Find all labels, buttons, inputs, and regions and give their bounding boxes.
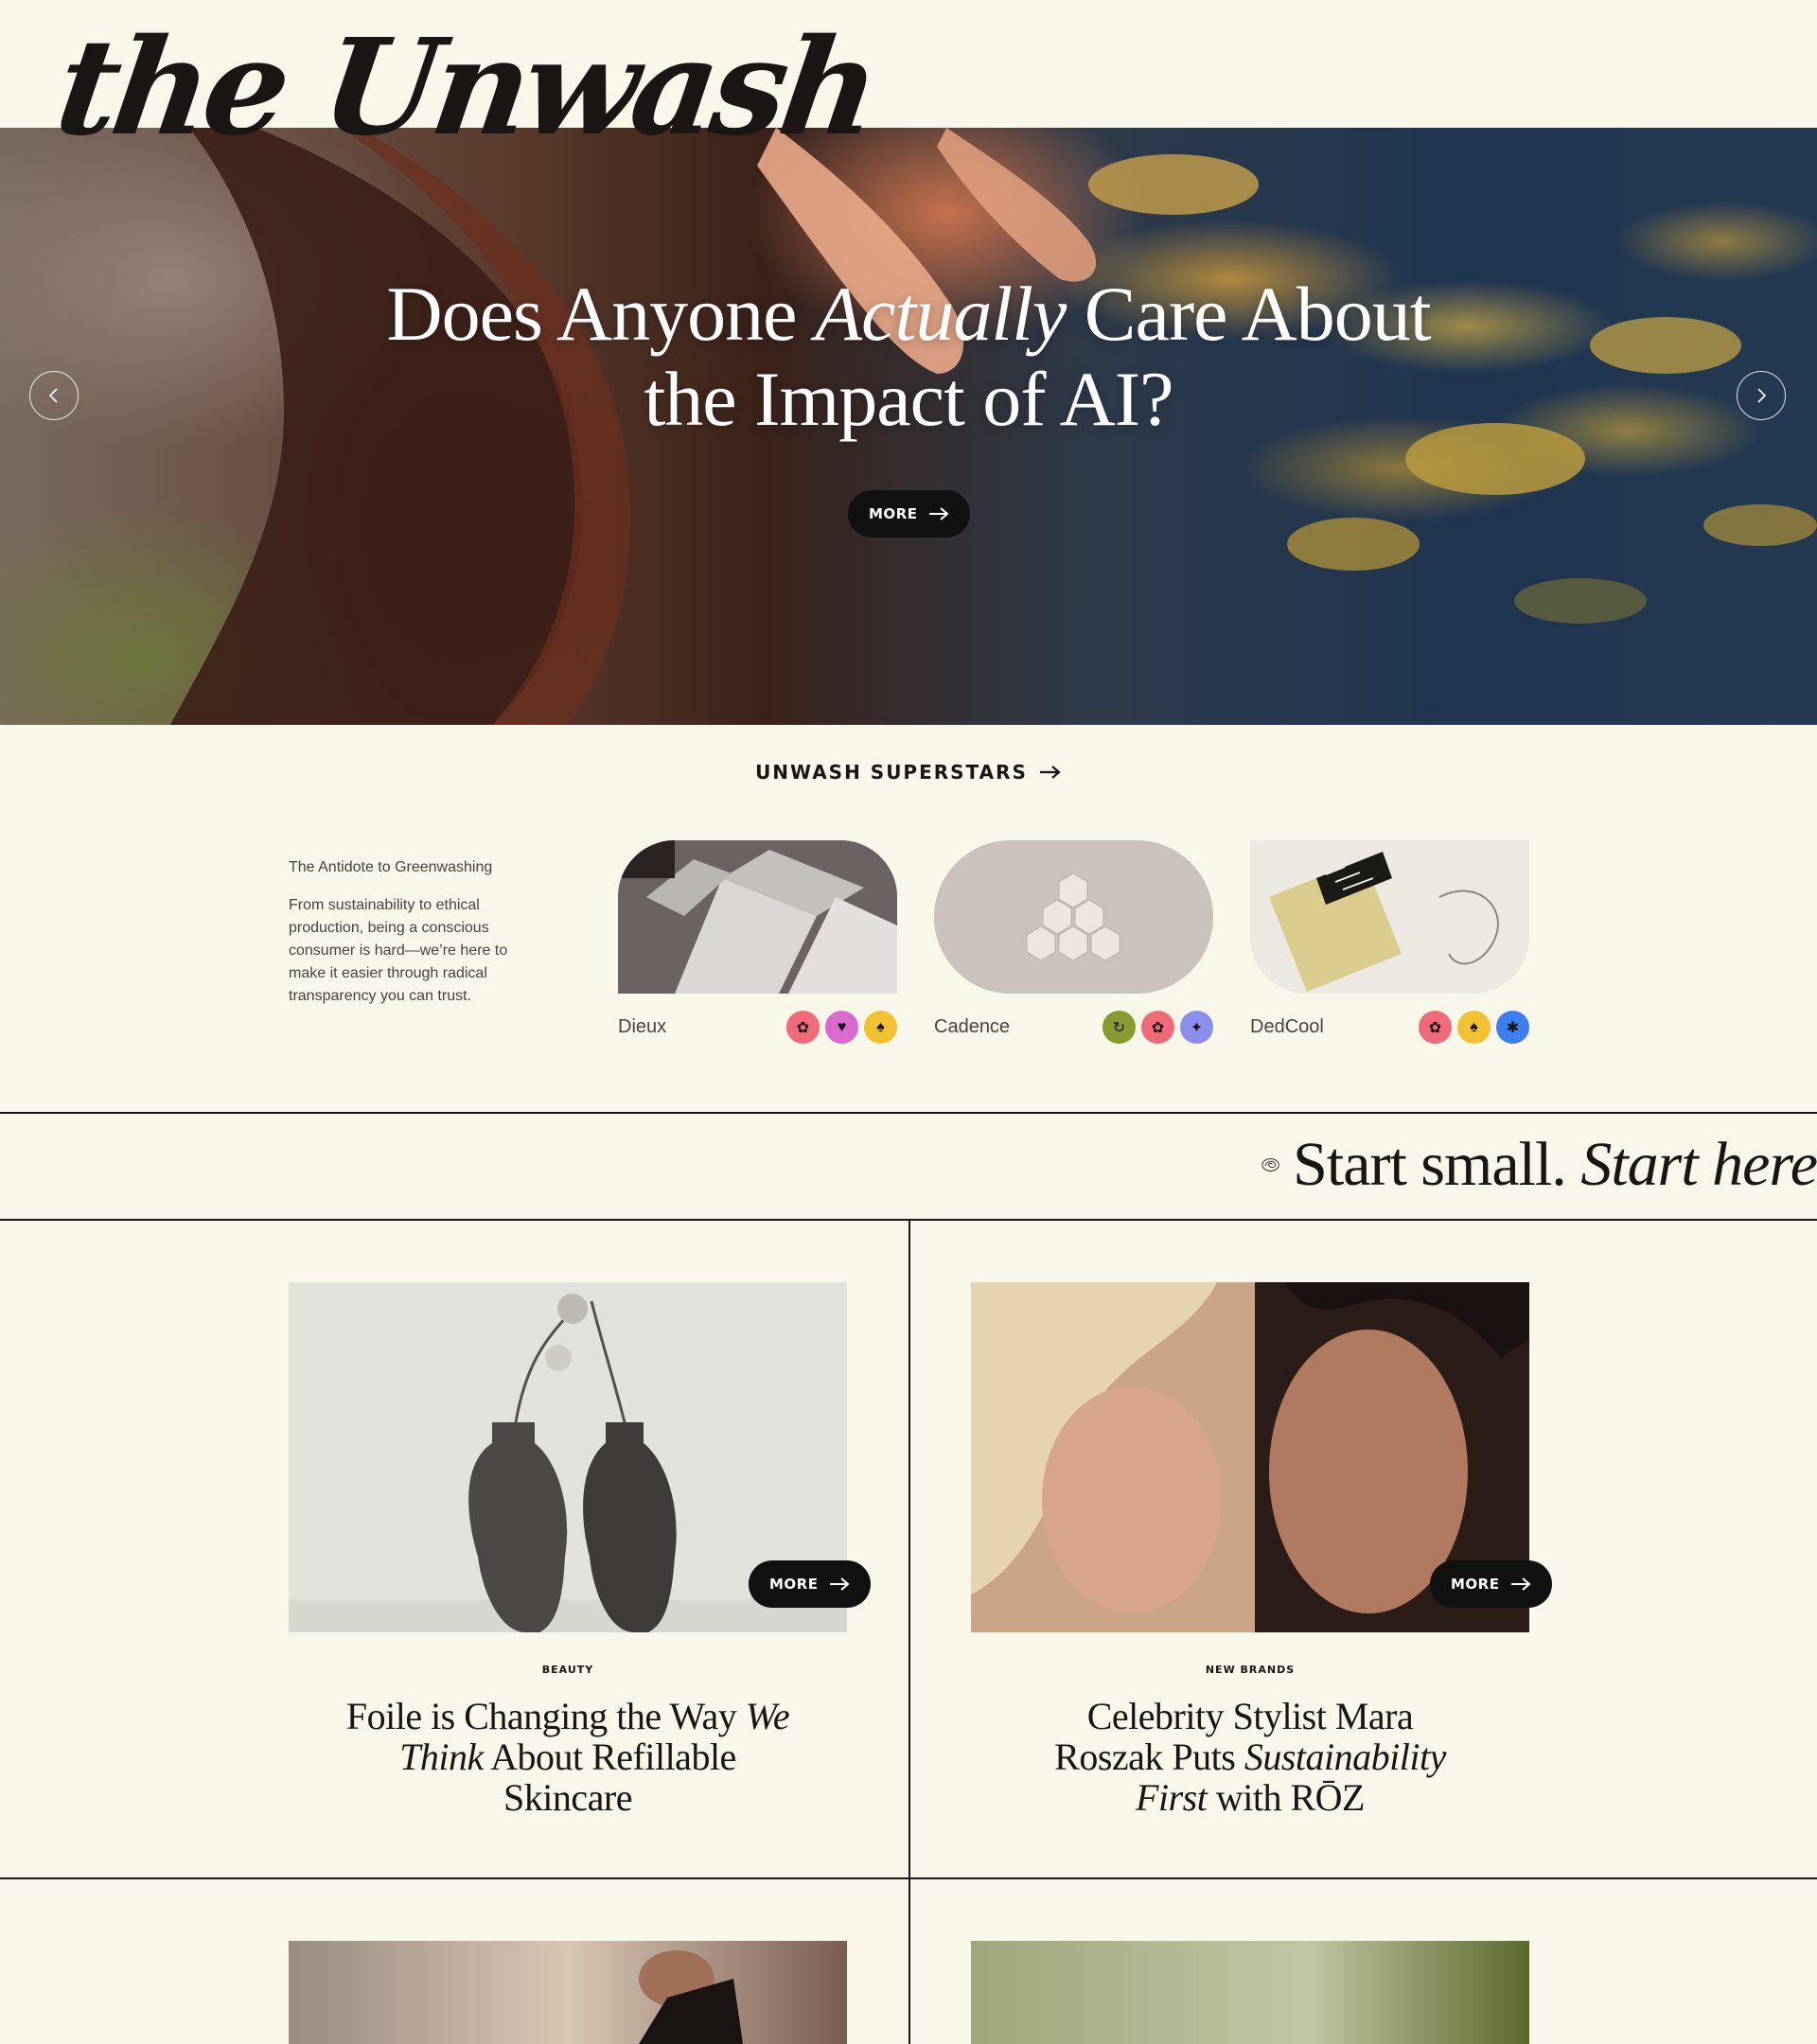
brand-name: Dieux [618, 1016, 667, 1037]
title-fragment-italic: We [745, 1695, 790, 1737]
hero-title-part2: Care About [1066, 271, 1432, 357]
flower-icon: ✱ [1496, 1011, 1529, 1044]
bunny-icon: ♠ [1457, 1011, 1491, 1044]
title-fragment-italic: First [1136, 1776, 1208, 1819]
article-title[interactable]: Foile is Changing the Way We Think About… [289, 1696, 847, 1818]
article-more-button[interactable]: MORE [749, 1560, 872, 1608]
hero-headline: Does Anyone Actually Care About the Impa… [0, 272, 1817, 442]
intro-title: The Antidote to Greenwashing [289, 859, 493, 875]
title-fragment: Celebrity Stylist Mara [1086, 1695, 1414, 1737]
bunny-icon: ♠ [864, 1011, 897, 1044]
brand-name: Cadence [934, 1016, 1011, 1037]
marquee-banner: Start small. Start here [1261, 1122, 1817, 1207]
hero-title-line2: the Impact of AI? [644, 356, 1173, 442]
brand-image [618, 840, 897, 994]
article-more-button[interactable]: MORE [1430, 1560, 1553, 1608]
article-title[interactable]: Celebrity Stylist Mara Roszak Puts Susta… [971, 1696, 1529, 1818]
intro-body: From sustainability to ethical productio… [289, 897, 508, 1004]
superstars-heading: UNWASH SUPERSTARS [755, 761, 1028, 784]
carousel-prev-button[interactable] [29, 371, 79, 420]
site-logo[interactable]: the Unwash [47, 10, 883, 166]
brand-card-cadence[interactable]: Cadence ↻ ✿ ✦ [934, 840, 1213, 1044]
arrow-right-icon [829, 1577, 851, 1592]
superstars-intro: The Antidote to Greenwashing From sustai… [289, 856, 544, 1008]
article-image-partial[interactable] [289, 1941, 847, 2044]
arrow-right-icon [928, 506, 950, 521]
sparkle-icon: ✦ [1180, 1011, 1213, 1044]
hero-more-button[interactable]: MORE [848, 490, 971, 537]
article-category: NEW BRANDS [1205, 1664, 1296, 1676]
arrow-right-icon [1039, 766, 1061, 779]
carousel-next-button[interactable] [1737, 371, 1786, 420]
title-fragment-italic: Sustainability [1244, 1736, 1447, 1778]
column-divider [908, 1219, 910, 2044]
marquee-text-italic: Start here [1580, 1130, 1817, 1199]
heart-icon: ♥ [825, 1011, 858, 1044]
brand-image [1250, 840, 1529, 994]
lotus-icon: ✿ [1419, 1011, 1452, 1044]
title-fragment: Skincare [503, 1776, 632, 1819]
brand-image [934, 840, 1213, 994]
divider [0, 1112, 1817, 1114]
marquee-text-regular: Start small. [1293, 1130, 1581, 1199]
title-fragment: Foile is Changing the Way [345, 1695, 746, 1737]
title-fragment: Roszak Puts [1054, 1736, 1244, 1778]
hero-title-part1: Does Anyone [386, 271, 816, 357]
arrow-right-icon [1510, 1577, 1532, 1592]
brand-card-dieux[interactable]: Dieux ✿ ♥ ♠ [618, 840, 897, 1044]
recycle-icon: ↻ [1103, 1011, 1136, 1044]
article-category: BEAUTY [541, 1664, 594, 1676]
lotus-icon: ✿ [1141, 1011, 1174, 1044]
brand-card-dedcool[interactable]: DedCool ✿ ♠ ✱ [1250, 840, 1529, 1044]
brand-name: DedCool [1250, 1016, 1324, 1037]
chevron-left-icon [48, 388, 58, 403]
hero-title-italic: Actually [815, 271, 1067, 357]
unwash-mark-icon [1261, 1158, 1279, 1172]
lotus-icon: ✿ [786, 1011, 820, 1044]
chevron-right-icon [1757, 388, 1767, 403]
more-button-label: MORE [1451, 1576, 1500, 1593]
title-fragment-italic: Think [399, 1736, 484, 1778]
hero-banner: Does Anyone Actually Care About the Impa… [0, 128, 1817, 725]
title-fragment: with RŌZ [1207, 1776, 1366, 1819]
title-fragment: About Refillable [483, 1736, 736, 1778]
marquee-text: Start small. Start here [1293, 1129, 1817, 1201]
more-button-label: MORE [869, 505, 918, 522]
more-button-label: MORE [769, 1576, 819, 1593]
superstars-heading-link[interactable]: UNWASH SUPERSTARS [0, 761, 1817, 784]
article-image-partial[interactable] [971, 1941, 1529, 2044]
